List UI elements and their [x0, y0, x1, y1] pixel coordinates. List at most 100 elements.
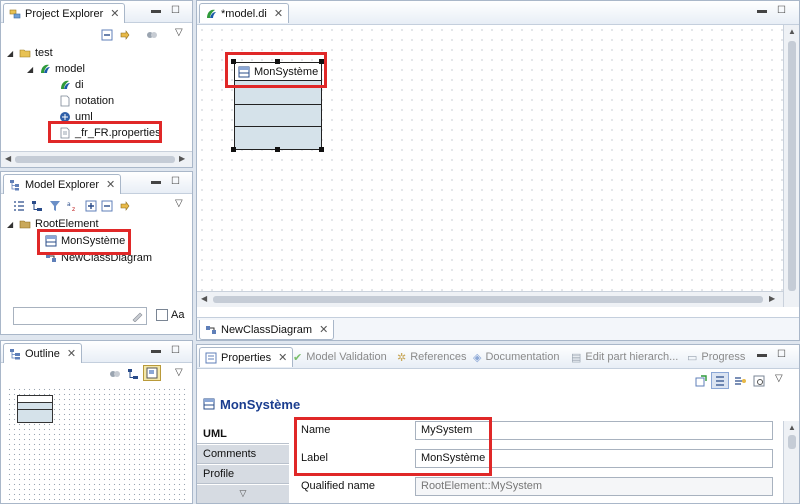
diagram-tab-bar: NewClassDiagram ✕ [197, 317, 799, 340]
project-folder-icon [19, 49, 31, 58]
tab-model-di[interactable]: *model.di ✕ [199, 3, 290, 23]
minimize-icon[interactable]: ▬ [151, 176, 161, 187]
tab-label: Model Validation [306, 351, 387, 363]
scroll-right-icon[interactable]: ▶ [179, 154, 185, 163]
collapse-all-icon[interactable] [101, 200, 113, 212]
expanded-arrow-icon[interactable]: ◢ [7, 220, 15, 229]
filter-input[interactable] [13, 307, 147, 325]
side-tab-label: Comments [203, 448, 257, 460]
close-icon[interactable]: ✕ [278, 351, 287, 364]
overview-toggle-button[interactable] [143, 365, 161, 381]
tab-project-explorer[interactable]: Project Explorer ✕ [3, 3, 126, 23]
advanced-icon[interactable] [734, 375, 746, 387]
properties-heading: MonSystème [220, 396, 301, 412]
view-filter-icon[interactable] [146, 29, 158, 41]
side-tab-more[interactable]: ▽ [197, 485, 289, 503]
show-outline-icon[interactable] [109, 368, 121, 380]
maximize-icon[interactable]: ☐ [171, 5, 180, 16]
tab-new-class-diagram[interactable]: NewClassDiagram ✕ [199, 320, 335, 340]
sort-alpha-icon[interactable]: az [67, 200, 79, 212]
package-icon [19, 220, 31, 229]
maximize-icon[interactable]: ☐ [171, 345, 180, 356]
view-menu-icon[interactable]: ▽ [175, 367, 183, 378]
scroll-right-icon[interactable]: ▶ [769, 294, 775, 303]
tree-item-model[interactable]: ◢ model [27, 61, 85, 77]
tree-item-test[interactable]: ◢ test [7, 45, 53, 61]
horizontal-scrollbar[interactable]: ◀ ▶ [1, 151, 192, 167]
minimize-icon[interactable]: ▬ [151, 5, 161, 16]
pin-icon[interactable] [695, 375, 707, 387]
tab-model-explorer[interactable]: Model Explorer ✕ [3, 174, 122, 194]
selection-handle[interactable] [231, 147, 236, 152]
qualified-name-field[interactable]: RootElement::MySystem [415, 477, 773, 496]
expanded-arrow-icon[interactable]: ◢ [27, 65, 35, 74]
side-tab-label: UML [203, 428, 227, 440]
selection-handle[interactable] [319, 147, 324, 152]
tab-model-validation[interactable]: ✔ Model Validation [293, 348, 387, 366]
expand-all-icon[interactable] [85, 200, 97, 212]
scroll-left-icon[interactable]: ◀ [201, 294, 207, 303]
preview-icon[interactable] [753, 375, 765, 387]
view-menu-icon[interactable]: ▽ [175, 198, 183, 209]
link-with-editor-icon[interactable] [119, 200, 131, 212]
tab-outline[interactable]: Outline ✕ [3, 343, 83, 363]
scroll-left-icon[interactable]: ◀ [5, 154, 11, 163]
side-tab-comments[interactable]: Comments [197, 445, 289, 464]
case-sensitive-checkbox[interactable] [156, 309, 168, 321]
maximize-icon[interactable]: ☐ [777, 349, 786, 360]
scroll-thumb[interactable] [788, 41, 796, 291]
close-icon[interactable]: ✕ [106, 178, 115, 191]
clear-filter-icon[interactable] [131, 310, 143, 322]
chevron-down-icon: ▽ [239, 488, 247, 498]
tree-view-icon[interactable] [127, 368, 139, 380]
view-menu-icon[interactable]: ▽ [775, 373, 783, 384]
maximize-icon[interactable]: ☐ [777, 5, 786, 16]
scroll-thumb[interactable] [15, 156, 175, 163]
model-explorer-icon [10, 179, 19, 190]
editor-vertical-scrollbar[interactable]: ▲ [783, 25, 799, 307]
diagram-editor-panel: *model.di ✕ ▬ ☐ MonSystème ▲ ◀ ▶ NewClas… [196, 0, 800, 341]
outline-overview[interactable] [7, 387, 189, 501]
nested-classifiers-compartment[interactable] [235, 127, 321, 147]
selection-handle[interactable] [275, 147, 280, 152]
close-icon[interactable]: ✕ [319, 323, 328, 336]
tab-label: Edit part hierarch... [585, 351, 679, 363]
close-icon[interactable]: ✕ [110, 7, 119, 20]
properties-vertical-scrollbar[interactable]: ▲ [783, 421, 799, 503]
tab-documentation[interactable]: ◈ Documentation [473, 348, 559, 366]
side-tab-profile[interactable]: Profile [197, 465, 289, 484]
scroll-thumb[interactable] [788, 435, 796, 449]
minimize-icon[interactable]: ▬ [757, 349, 767, 360]
minimize-icon[interactable]: ▬ [151, 345, 161, 356]
filter-icon[interactable] [49, 200, 61, 212]
close-icon[interactable]: ✕ [67, 347, 76, 360]
minimize-icon[interactable]: ▬ [757, 5, 767, 16]
tree-item-di[interactable]: di [59, 77, 84, 93]
view-menu-icon[interactable]: ▽ [175, 27, 183, 38]
scroll-thumb[interactable] [213, 296, 763, 303]
side-tab-uml[interactable]: UML [197, 425, 289, 444]
operations-compartment[interactable] [235, 105, 321, 127]
diagram-canvas[interactable]: MonSystème [197, 25, 783, 307]
case-sensitive-label: Aa [171, 309, 185, 321]
scroll-up-icon[interactable]: ▲ [788, 423, 796, 432]
file-icon [60, 95, 70, 107]
project-explorer-title: Project Explorer [25, 7, 104, 20]
tree-item-notation[interactable]: notation [59, 93, 114, 109]
close-icon[interactable]: ✕ [274, 7, 283, 20]
show-categories-button[interactable] [711, 372, 729, 389]
collapse-all-icon[interactable] [101, 29, 113, 41]
scroll-up-icon[interactable]: ▲ [788, 27, 796, 36]
list-icon[interactable] [13, 200, 25, 212]
tab-label: Progress [701, 351, 746, 363]
tab-progress[interactable]: ▭ Progress [687, 348, 745, 366]
tab-edit-part-hierarchy[interactable]: ▤ Edit part hierarch... [571, 348, 678, 366]
tab-properties[interactable]: Properties ✕ [199, 347, 294, 367]
expanded-arrow-icon[interactable]: ◢ [7, 49, 15, 58]
maximize-icon[interactable]: ☐ [171, 176, 180, 187]
tree-icon[interactable] [31, 200, 43, 212]
link-with-editor-icon[interactable] [119, 29, 131, 41]
outline-panel: Outline ✕ ▬ ☐ ▽ [0, 340, 193, 504]
tab-references[interactable]: ✲ References [397, 348, 466, 366]
editor-horizontal-scrollbar[interactable]: ◀ ▶ [197, 291, 783, 307]
